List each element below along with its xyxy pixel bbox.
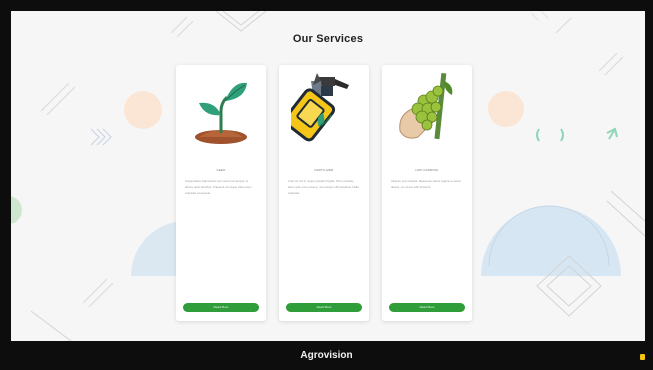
seedling-icon [195, 82, 247, 144]
card-description: Suspendisse ullamcorper arcu sed urna te… [185, 179, 252, 195]
service-card-hop-farming: HOP FARMING Aliquam erat volutpat. Maece… [382, 65, 472, 321]
card-image [382, 65, 472, 157]
read-more-button[interactable]: Read More [389, 303, 465, 312]
card-title: HOP FARMING [415, 168, 439, 172]
read-more-button[interactable]: Read More [286, 303, 362, 312]
card-description: Cras vel nisi in neque gravida fringilla… [288, 179, 359, 195]
services-section: Our Services SEED Suspendisse ullamcorpe… [11, 11, 645, 341]
card-title: SEED [216, 168, 226, 172]
card-title: FERTILIZER [314, 168, 334, 172]
browser-frame: Our Services SEED Suspendisse ullamcorpe… [0, 0, 653, 370]
spray-bottle-icon [291, 73, 349, 142]
card-image [279, 65, 369, 157]
service-card-fertilizer: FERTILIZER Cras vel nisi in neque gravid… [279, 65, 369, 321]
read-more-button[interactable]: Read More [183, 303, 259, 312]
service-card-seed: SEED Suspendisse ullamcorper arcu sed ur… [176, 65, 266, 321]
status-indicator [640, 354, 645, 360]
section-title: Our Services [292, 33, 364, 45]
footer-brand[interactable]: Agrovision [0, 350, 653, 361]
footer-bar: Agrovision [0, 341, 653, 370]
card-image [176, 65, 266, 157]
card-description: Aliquam erat volutpat. Maecenas varius m… [391, 179, 461, 189]
hops-icon [399, 72, 453, 140]
